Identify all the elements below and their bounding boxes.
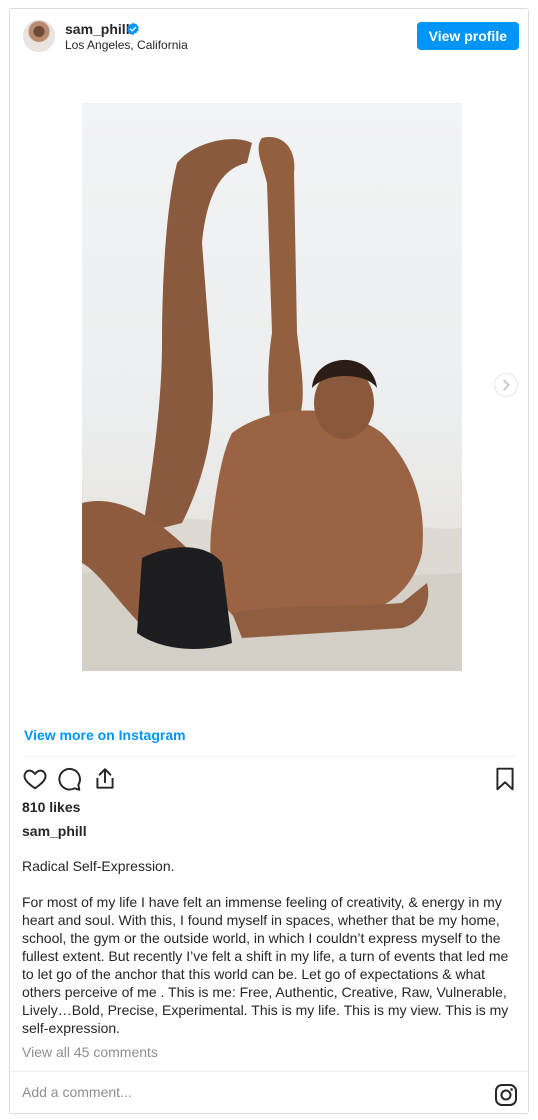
- bookmark-icon[interactable]: [492, 766, 518, 792]
- avatar[interactable]: [23, 20, 55, 52]
- post-media[interactable]: [10, 65, 528, 720]
- divider: [23, 756, 515, 757]
- divider: [10, 1071, 528, 1072]
- location[interactable]: Los Angeles, California: [65, 38, 188, 52]
- view-more-link[interactable]: View more on Instagram: [24, 727, 186, 743]
- add-comment-input[interactable]: Add a comment...: [22, 1084, 132, 1100]
- like-count[interactable]: 810 likes: [22, 799, 80, 815]
- action-bar: [10, 762, 528, 796]
- instagram-embed-card: sam_phill Los Angeles, California View p…: [9, 8, 529, 1114]
- username[interactable]: sam_phill: [65, 21, 130, 37]
- instagram-logo-icon[interactable]: [494, 1083, 518, 1107]
- post-header: sam_phill Los Angeles, California View p…: [10, 9, 528, 65]
- photo-illustration: [82, 137, 462, 671]
- next-photo-button[interactable]: [494, 373, 518, 397]
- view-profile-button[interactable]: View profile: [416, 22, 519, 50]
- caption-username[interactable]: sam_phill: [22, 823, 87, 839]
- share-icon[interactable]: [92, 766, 118, 792]
- chevron-right-icon: [503, 379, 510, 391]
- post-photo[interactable]: [82, 103, 462, 671]
- verified-badge-icon: [127, 22, 139, 36]
- caption-text: Radical Self-Expression. For most of my …: [22, 858, 509, 1036]
- heart-icon[interactable]: [22, 766, 48, 792]
- comment-icon[interactable]: [56, 766, 82, 792]
- view-comments-link[interactable]: View all 45 comments: [22, 1044, 158, 1060]
